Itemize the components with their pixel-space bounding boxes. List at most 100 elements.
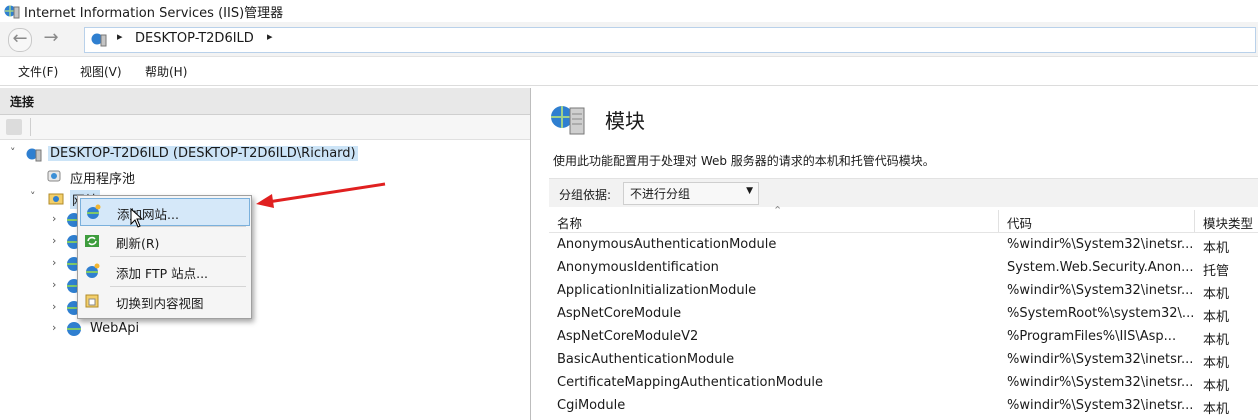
breadcrumb-separator[interactable]: ▸ (267, 30, 273, 43)
cell-type: 本机 (1203, 287, 1230, 302)
cell-name: AnonymousAuthenticationModule (557, 237, 777, 252)
add-ftp-site-label: 添加 FTP 站点... (116, 266, 209, 281)
switch-content-view-label: 切换到内容视图 (116, 296, 204, 311)
iis-app-icon (4, 5, 20, 19)
connections-title: 连接 (10, 95, 35, 109)
chevron-right-icon[interactable]: › (52, 278, 56, 291)
content-view-icon (85, 294, 99, 308)
toolbar-divider (30, 118, 31, 136)
tree-item-site[interactable]: › (50, 253, 81, 275)
cell-code: %ProgramFiles%\IIS\Asp... (1007, 329, 1177, 344)
server-icon (91, 33, 107, 47)
add-ftp-site-menu-item[interactable]: 添加 FTP 站点... (80, 258, 248, 284)
refresh-menu-item[interactable]: 刷新(R) (80, 228, 248, 254)
folder-globe-icon (48, 193, 64, 205)
tree-label-app-pools[interactable]: 应用程序池 (70, 168, 135, 187)
page-description: 使用此功能配置用于处理对 Web 服务器的请求的本机和托管代码模块。 (553, 154, 935, 168)
chevron-right-icon[interactable]: › (52, 300, 56, 313)
cell-type: 本机 (1203, 310, 1230, 325)
menu-bar: 文件(F) 视图(V) 帮助(H) (0, 57, 1258, 86)
table-row[interactable]: CertificateMappingAuthenticationModule %… (549, 372, 1258, 395)
tree-item-app-pools[interactable]: 应用程序池 (30, 165, 230, 187)
mouse-cursor-icon (130, 208, 144, 228)
menu-file[interactable]: 文件(F) (18, 63, 58, 80)
modules-table-header: 名称 代码 模块类型 (549, 210, 1258, 233)
menu-separator (110, 286, 246, 287)
page-title: 模块 (605, 109, 645, 133)
cell-name: AnonymousIdentification (557, 260, 719, 275)
cell-code: %SystemRoot%\system32\... (1007, 306, 1193, 321)
column-header-name[interactable]: 名称 (557, 213, 582, 232)
forward-button[interactable]: → (40, 28, 62, 50)
tree-item-site[interactable]: › (50, 209, 81, 231)
chevron-right-icon[interactable]: › (52, 234, 56, 247)
cell-type: 本机 (1203, 356, 1230, 371)
cell-type: 本机 (1203, 379, 1230, 394)
cell-name: ApplicationInitializationModule (557, 283, 757, 298)
cell-type: 本机 (1203, 402, 1230, 417)
breadcrumb-server[interactable]: DESKTOP-T2D6ILD (135, 31, 254, 46)
connect-icon[interactable] (6, 119, 22, 135)
group-by-value: 不进行分组 (630, 187, 691, 201)
chevron-down-icon[interactable]: ˅ (30, 190, 36, 203)
context-menu: 添加网站... 刷新(R) 添加 FTP 站点... 切换到内容视图 (77, 195, 252, 319)
chevron-right-icon[interactable]: › (52, 256, 56, 269)
annotation-arrow-icon (256, 182, 386, 208)
title-bar: Internet Information Services (IIS)管理器 (0, 0, 1258, 22)
address-bar[interactable]: ▸ DESKTOP-T2D6ILD ▸ (84, 27, 1256, 53)
column-header-code[interactable]: 代码 (1007, 213, 1032, 232)
tree-item-site[interactable]: › (50, 231, 81, 253)
chevron-down-icon[interactable]: ˅ (10, 146, 16, 159)
tree-label-webapi[interactable]: WebApi (90, 321, 139, 336)
cell-code: %windir%\System32\inetsr... (1007, 375, 1193, 390)
cell-type: 本机 (1203, 333, 1230, 348)
tree-item-site[interactable]: › (50, 297, 81, 319)
chevron-right-icon[interactable]: › (52, 321, 56, 334)
cell-name: CgiModule (557, 398, 626, 413)
column-divider[interactable] (998, 210, 999, 232)
refresh-label: 刷新(R) (116, 236, 160, 251)
dropdown-caret-icon: ▼ (746, 186, 753, 196)
table-row[interactable]: AnonymousIdentification System.Web.Secur… (549, 257, 1258, 280)
cell-code: %windir%\System32\inetsr... (1007, 283, 1193, 298)
add-website-menu-item[interactable]: 添加网站... (80, 198, 250, 226)
menu-view[interactable]: 视图(V) (80, 63, 122, 80)
table-row[interactable]: AspNetCoreModule %SystemRoot%\system32\.… (549, 303, 1258, 326)
cell-name: BasicAuthenticationModule (557, 352, 735, 367)
switch-content-view-menu-item[interactable]: 切换到内容视图 (80, 288, 248, 314)
menu-help[interactable]: 帮助(H) (145, 63, 187, 80)
group-by-label: 分组依据: (559, 188, 612, 202)
refresh-icon (85, 235, 99, 247)
back-button[interactable]: ← (8, 28, 32, 52)
group-by-bar: 分组依据: 不进行分组 ▼ (549, 178, 1258, 207)
breadcrumb-separator[interactable]: ▸ (117, 30, 123, 43)
modules-pane: 模块 使用此功能配置用于处理对 Web 服务器的请求的本机和托管代码模块。 分组… (537, 88, 1258, 420)
group-by-select[interactable]: 不进行分组 ▼ (623, 182, 759, 205)
cell-code: %windir%\System32\inetsr... (1007, 352, 1193, 367)
cell-type: 本机 (1203, 241, 1230, 256)
table-row[interactable]: ApplicationInitializationModule %windir%… (549, 280, 1258, 303)
chevron-right-icon[interactable]: › (52, 212, 56, 225)
navigation-bar: ← → ▸ DESKTOP-T2D6ILD ▸ (0, 22, 1258, 57)
cell-name: AspNetCoreModuleV2 (557, 329, 699, 344)
server-icon (26, 148, 42, 162)
tree-item-site[interactable]: › (50, 275, 81, 297)
cell-name: CertificateMappingAuthenticationModule (557, 375, 824, 390)
tree-item-webapi[interactable]: › WebApi (50, 318, 190, 340)
connections-toolbar (0, 115, 530, 140)
tree-label-server[interactable]: DESKTOP-T2D6ILD (DESKTOP-T2D6ILD\Richard… (48, 146, 358, 161)
column-header-type[interactable]: 模块类型 (1203, 213, 1253, 232)
add-website-label: 添加网站... (117, 207, 179, 222)
tree-item-server[interactable]: ˅ DESKTOP-T2D6ILD (DESKTOP-T2D6ILD\Richa… (6, 143, 358, 165)
cell-code: %windir%\System32\inetsr... (1007, 237, 1193, 252)
window-title: Internet Information Services (IIS)管理器 (24, 6, 284, 21)
modules-icon (551, 106, 585, 135)
table-row[interactable]: AspNetCoreModuleV2 %ProgramFiles%\IIS\As… (549, 326, 1258, 349)
table-row[interactable]: CgiModule %windir%\System32\inetsr... 本机 (549, 395, 1258, 418)
table-row[interactable]: BasicAuthenticationModule %windir%\Syste… (549, 349, 1258, 372)
connections-header: 连接 (0, 88, 530, 115)
cell-code: %windir%\System32\inetsr... (1007, 398, 1193, 413)
app-pool-icon (47, 170, 61, 182)
column-divider[interactable] (1194, 210, 1195, 232)
table-row[interactable]: AnonymousAuthenticationModule %windir%\S… (549, 234, 1258, 257)
